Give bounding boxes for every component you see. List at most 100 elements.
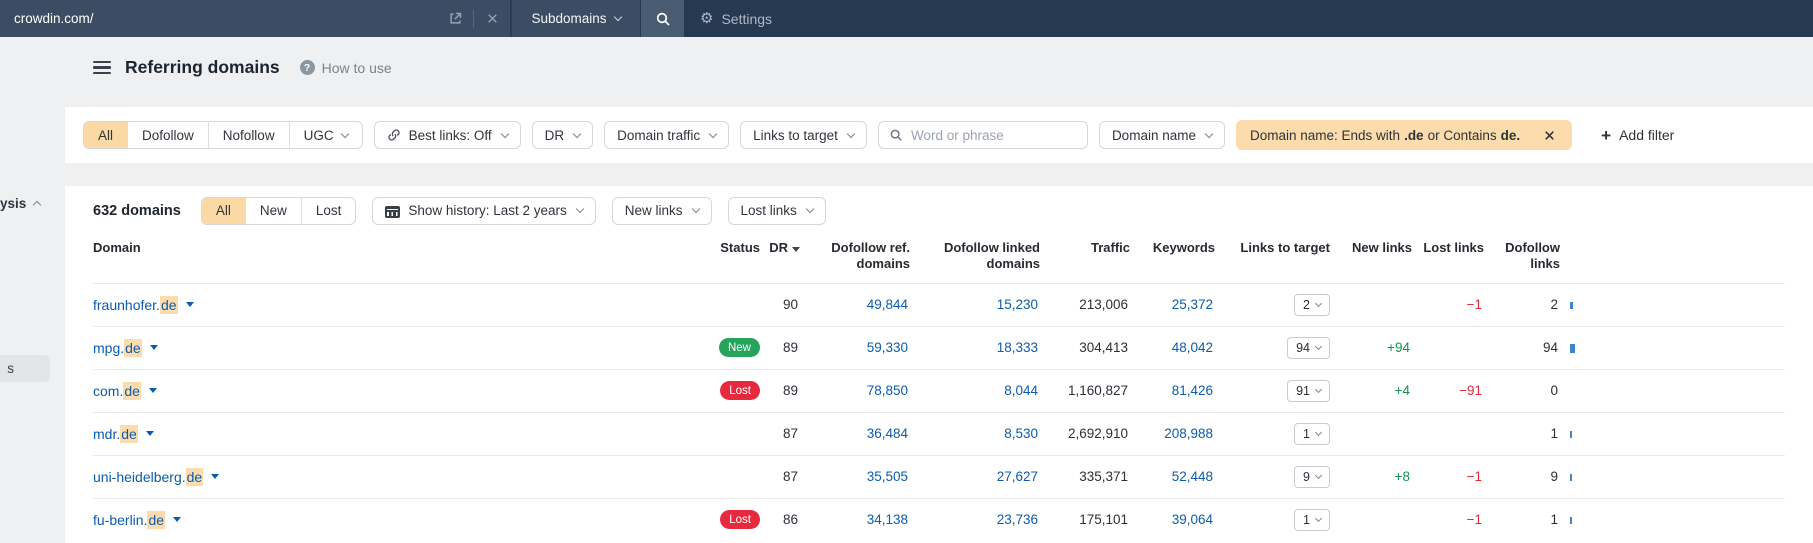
table-toolbar: 632 domains All New Lost Show history: L… (65, 186, 1813, 226)
domain-link[interactable]: mdr.de (93, 424, 138, 443)
keywords-value[interactable]: 81,426 (1130, 383, 1215, 398)
col-new-links[interactable]: New links (1330, 240, 1412, 266)
domain-name-filter-button[interactable]: Domain name (1098, 121, 1225, 149)
lost-links-value[interactable]: −91 (1412, 383, 1484, 398)
lost-links-value[interactable]: −1 (1412, 469, 1484, 484)
col-dr[interactable]: DR (760, 240, 800, 266)
page-title: Referring domains (125, 57, 280, 77)
col-traffic[interactable]: Traffic (1040, 240, 1130, 266)
domain-traffic-filter-button[interactable]: Domain traffic (604, 121, 730, 149)
lost-links-value[interactable]: −1 (1412, 297, 1484, 312)
links-to-target-select[interactable]: 1 (1294, 508, 1330, 531)
keywords-value[interactable]: 208,988 (1130, 426, 1215, 441)
search-button[interactable] (641, 0, 684, 37)
col-lost-links[interactable]: Lost links (1412, 240, 1484, 266)
dofollow-ref-value[interactable]: 78,850 (800, 383, 910, 398)
status-badge: New (718, 338, 760, 357)
page-header: Referring domains ? How to use (93, 57, 392, 78)
links-to-target-select[interactable]: 94 (1287, 336, 1330, 359)
keywords-value[interactable]: 48,042 (1130, 340, 1215, 355)
add-filter-label: Add filter (1619, 127, 1675, 143)
tab-nofollow[interactable]: Nofollow (207, 122, 289, 148)
keywords-value[interactable]: 39,064 (1130, 512, 1215, 527)
links-to-target-filter-button[interactable]: Links to target (740, 121, 867, 149)
new-links-value[interactable]: +94 (1330, 340, 1412, 355)
links-to-target-select[interactable]: 1 (1294, 422, 1330, 445)
domain-link[interactable]: fu-berlin.de (93, 510, 166, 529)
domain-caret-icon[interactable] (149, 345, 158, 350)
tab-lost-domains[interactable]: Lost (300, 197, 356, 224)
col-keywords[interactable]: Keywords (1130, 240, 1215, 266)
col-dofollow-links[interactable]: Dofollow links (1484, 240, 1560, 283)
tab-all-domains[interactable]: All (201, 197, 245, 224)
lost-links-dropdown[interactable]: Lost links (727, 196, 826, 225)
tab-all[interactable]: All (84, 122, 128, 148)
links-to-target-select[interactable]: 91 (1287, 379, 1330, 402)
dofollow-linked-value[interactable]: 8,530 (910, 426, 1040, 441)
dofollow-ref-value[interactable]: 34,138 (800, 512, 910, 527)
new-links-dropdown[interactable]: New links (611, 196, 712, 225)
domain-link[interactable]: com.de (93, 381, 141, 400)
dofollow-linked-value[interactable]: 15,230 (910, 297, 1040, 312)
how-to-use-link[interactable]: ? How to use (299, 60, 392, 76)
col-dofollow-linked[interactable]: Dofollow linked domains (910, 240, 1040, 283)
chevron-down-icon (1314, 342, 1323, 351)
links-to-target-select[interactable]: 9 (1294, 465, 1330, 488)
add-filter-button[interactable]: + Add filter (1601, 127, 1674, 144)
new-links-value[interactable]: +8 (1330, 469, 1412, 484)
settings-button[interactable]: ⚙ Settings (700, 0, 772, 37)
menu-icon[interactable] (93, 60, 111, 75)
domain-caret-icon[interactable] (173, 517, 182, 522)
keywords-value[interactable]: 25,372 (1130, 297, 1215, 312)
scope-dropdown[interactable]: Subdomains (511, 0, 640, 37)
search-input[interactable] (910, 127, 1077, 143)
domain-caret-icon[interactable] (211, 474, 220, 479)
clear-icon[interactable] (484, 11, 500, 27)
dofollow-linked-value[interactable]: 27,627 (910, 469, 1040, 484)
traffic-value: 2,692,910 (1067, 426, 1128, 441)
domain-link[interactable]: mpg.de (93, 338, 142, 357)
col-domain[interactable]: Domain (93, 240, 660, 266)
dofollow-linked-value[interactable]: 8,044 (910, 383, 1040, 398)
lost-links-value[interactable]: −1 (1412, 512, 1484, 527)
col-status[interactable]: Status (660, 240, 760, 266)
domain-caret-icon[interactable] (185, 302, 194, 307)
sidebar-item-analysis[interactable]: ysis (0, 196, 42, 211)
status-tabs: All New Lost (200, 196, 357, 225)
table-row: fraunhofer.de 90 49,844 15,230 213,006 2… (93, 282, 1785, 326)
traffic-value: 1,160,827 (1067, 383, 1128, 398)
domain-caret-icon[interactable] (148, 388, 157, 393)
domain-link[interactable]: fraunhofer.de (93, 295, 178, 314)
target-url-value[interactable]: crowdin.com/ (14, 11, 437, 26)
tab-ugc[interactable]: UGC (288, 122, 362, 148)
dr-filter-button[interactable]: DR (531, 121, 594, 149)
col-dofollow-ref[interactable]: Dofollow ref. domains (800, 240, 910, 283)
sidebar-item-active[interactable]: s (0, 355, 50, 382)
open-external-icon[interactable] (447, 11, 463, 27)
dofollow-ref-value[interactable]: 35,505 (800, 469, 910, 484)
dofollow-linked-value[interactable]: 23,736 (910, 512, 1040, 527)
sidebar-item-label: s (7, 361, 14, 376)
remove-filter-icon[interactable] (1538, 124, 1560, 146)
new-links-value[interactable]: +4 (1330, 383, 1412, 398)
target-url-field[interactable]: crowdin.com/ (0, 0, 510, 37)
active-filter-chip[interactable]: Domain name: Ends with .de or Contains d… (1235, 120, 1573, 150)
best-links-button[interactable]: Best links: Off (373, 121, 521, 149)
dofollow-linked-value[interactable]: 18,333 (910, 340, 1040, 355)
domain-caret-icon[interactable] (145, 431, 154, 436)
tab-dofollow[interactable]: Dofollow (127, 122, 208, 148)
col-links-to-target[interactable]: Links to target (1215, 240, 1330, 266)
highlighted-match: de (147, 510, 166, 529)
word-or-phrase-search[interactable] (877, 121, 1088, 149)
links-to-target-select[interactable]: 2 (1294, 293, 1330, 316)
show-history-dropdown[interactable]: Show history: Last 2 years (372, 196, 596, 225)
settings-label: Settings (721, 10, 773, 27)
dofollow-ref-value[interactable]: 49,844 (800, 297, 910, 312)
plus-icon: + (1601, 125, 1612, 145)
dofollow-ref-value[interactable]: 59,330 (800, 340, 910, 355)
tab-new-domains[interactable]: New (244, 197, 301, 224)
keywords-value[interactable]: 52,448 (1130, 469, 1215, 484)
domain-link[interactable]: uni-heidelberg.de (93, 467, 204, 486)
chevron-down-icon (691, 204, 700, 214)
dofollow-ref-value[interactable]: 36,484 (800, 426, 910, 441)
